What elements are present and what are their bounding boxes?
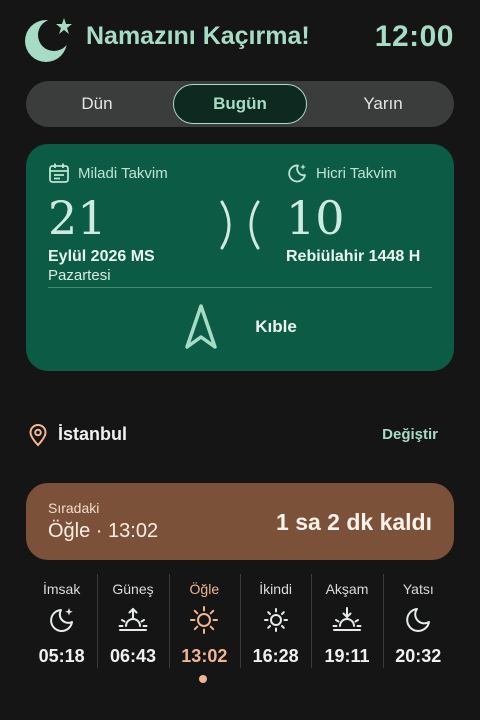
- location-row: İstanbul Değiştir: [26, 421, 454, 449]
- crescent-divider-icon: [220, 200, 260, 250]
- calendar-icon: [49, 163, 69, 183]
- next-prayer-label: Sıradaki: [48, 500, 100, 516]
- prayer-name: İkindi: [259, 581, 292, 597]
- moon-star-icon: [288, 164, 306, 183]
- prayer-time-imsak[interactable]: İmsak 05:18: [26, 574, 97, 670]
- next-prayer-card: Sıradaki Öğle · 13:02 1 sa 2 dk kaldı: [26, 483, 454, 560]
- tab-tomorrow[interactable]: Yarın: [316, 84, 450, 124]
- prayer-time-ogle[interactable]: Öğle 13:02: [168, 574, 240, 670]
- hijri-month-year: Rebiülahir 1448 H: [286, 248, 421, 265]
- prayer-name: Öğle: [189, 581, 220, 597]
- prayer-time-value: 16:28: [252, 646, 299, 666]
- prayer-time-ikindi[interactable]: İkindi 16:28: [239, 574, 311, 670]
- sunrise-icon: [118, 607, 148, 631]
- tab-yesterday[interactable]: Dün: [30, 84, 164, 124]
- location-pin-icon: [29, 424, 47, 447]
- prayer-time-value: 20:32: [395, 646, 442, 666]
- moon-icon: [406, 608, 431, 632]
- prayer-time-yatsi[interactable]: Yatsı 20:32: [382, 574, 454, 670]
- prayer-name: İmsak: [42, 581, 81, 597]
- gregorian-calendar: Miladi Takvim 21 Eylül 2026 MS Pazartesi: [48, 162, 168, 284]
- gregorian-day: 21: [48, 191, 107, 245]
- hijri-day: 10: [286, 191, 345, 245]
- calendar-card: Miladi Takvim 21 Eylül 2026 MS Pazartesi…: [26, 144, 454, 371]
- prayer-time-value: 13:02: [181, 646, 228, 666]
- prayer-name: Yatsı: [402, 581, 434, 597]
- compass-arrow-icon: [185, 304, 217, 349]
- next-prayer-name-time: Öğle · 13:02: [48, 520, 159, 542]
- moon-star-icon: [49, 608, 73, 632]
- active-prayer-indicator: [199, 675, 207, 683]
- prayer-name: Güneş: [112, 581, 154, 597]
- hijri-calendar: Hicri Takvim 10 Rebiülahir 1448 H: [286, 162, 420, 266]
- next-prayer-remaining: 1 sa 2 dk kaldı: [276, 509, 432, 535]
- gregorian-month-year: Eylül 2026 MS: [48, 248, 155, 265]
- gregorian-weekday: Pazartesi: [48, 267, 111, 284]
- sun-small-icon: [263, 608, 288, 632]
- qibla-button[interactable]: Kıble: [26, 296, 454, 358]
- hijri-label: Hicri Takvim: [316, 164, 397, 182]
- day-selector: Dün Bugün Yarın: [26, 81, 454, 127]
- card-divider: [48, 287, 432, 288]
- app-header: Namazını Kaçırma! 12:00: [0, 0, 480, 80]
- prayer-time-value: 05:18: [38, 646, 85, 666]
- location-name: İstanbul: [58, 424, 128, 444]
- prayer-time-gunes[interactable]: Güneş 06:43: [97, 574, 168, 670]
- change-location-button[interactable]: Değiştir: [382, 426, 438, 443]
- gregorian-label: Miladi Takvim: [78, 164, 168, 182]
- qibla-label: Kıble: [255, 317, 297, 336]
- prayer-time-value: 06:43: [109, 646, 157, 666]
- sun-icon: [190, 606, 219, 634]
- app-title: Namazını Kaçırma!: [86, 22, 310, 50]
- sunset-icon: [332, 607, 362, 631]
- prayer-times: İmsak 05:18 Güneş 06:43 Öğle 13:02 İkind…: [26, 574, 454, 674]
- prayer-time-aksam[interactable]: Akşam 19:11: [311, 574, 382, 670]
- crescent-star-logo-icon: [25, 18, 72, 62]
- tab-today[interactable]: Bugün: [173, 84, 307, 124]
- prayer-time-value: 19:11: [324, 646, 370, 666]
- prayer-name: Akşam: [325, 581, 369, 597]
- clock: 12:00: [374, 20, 454, 53]
